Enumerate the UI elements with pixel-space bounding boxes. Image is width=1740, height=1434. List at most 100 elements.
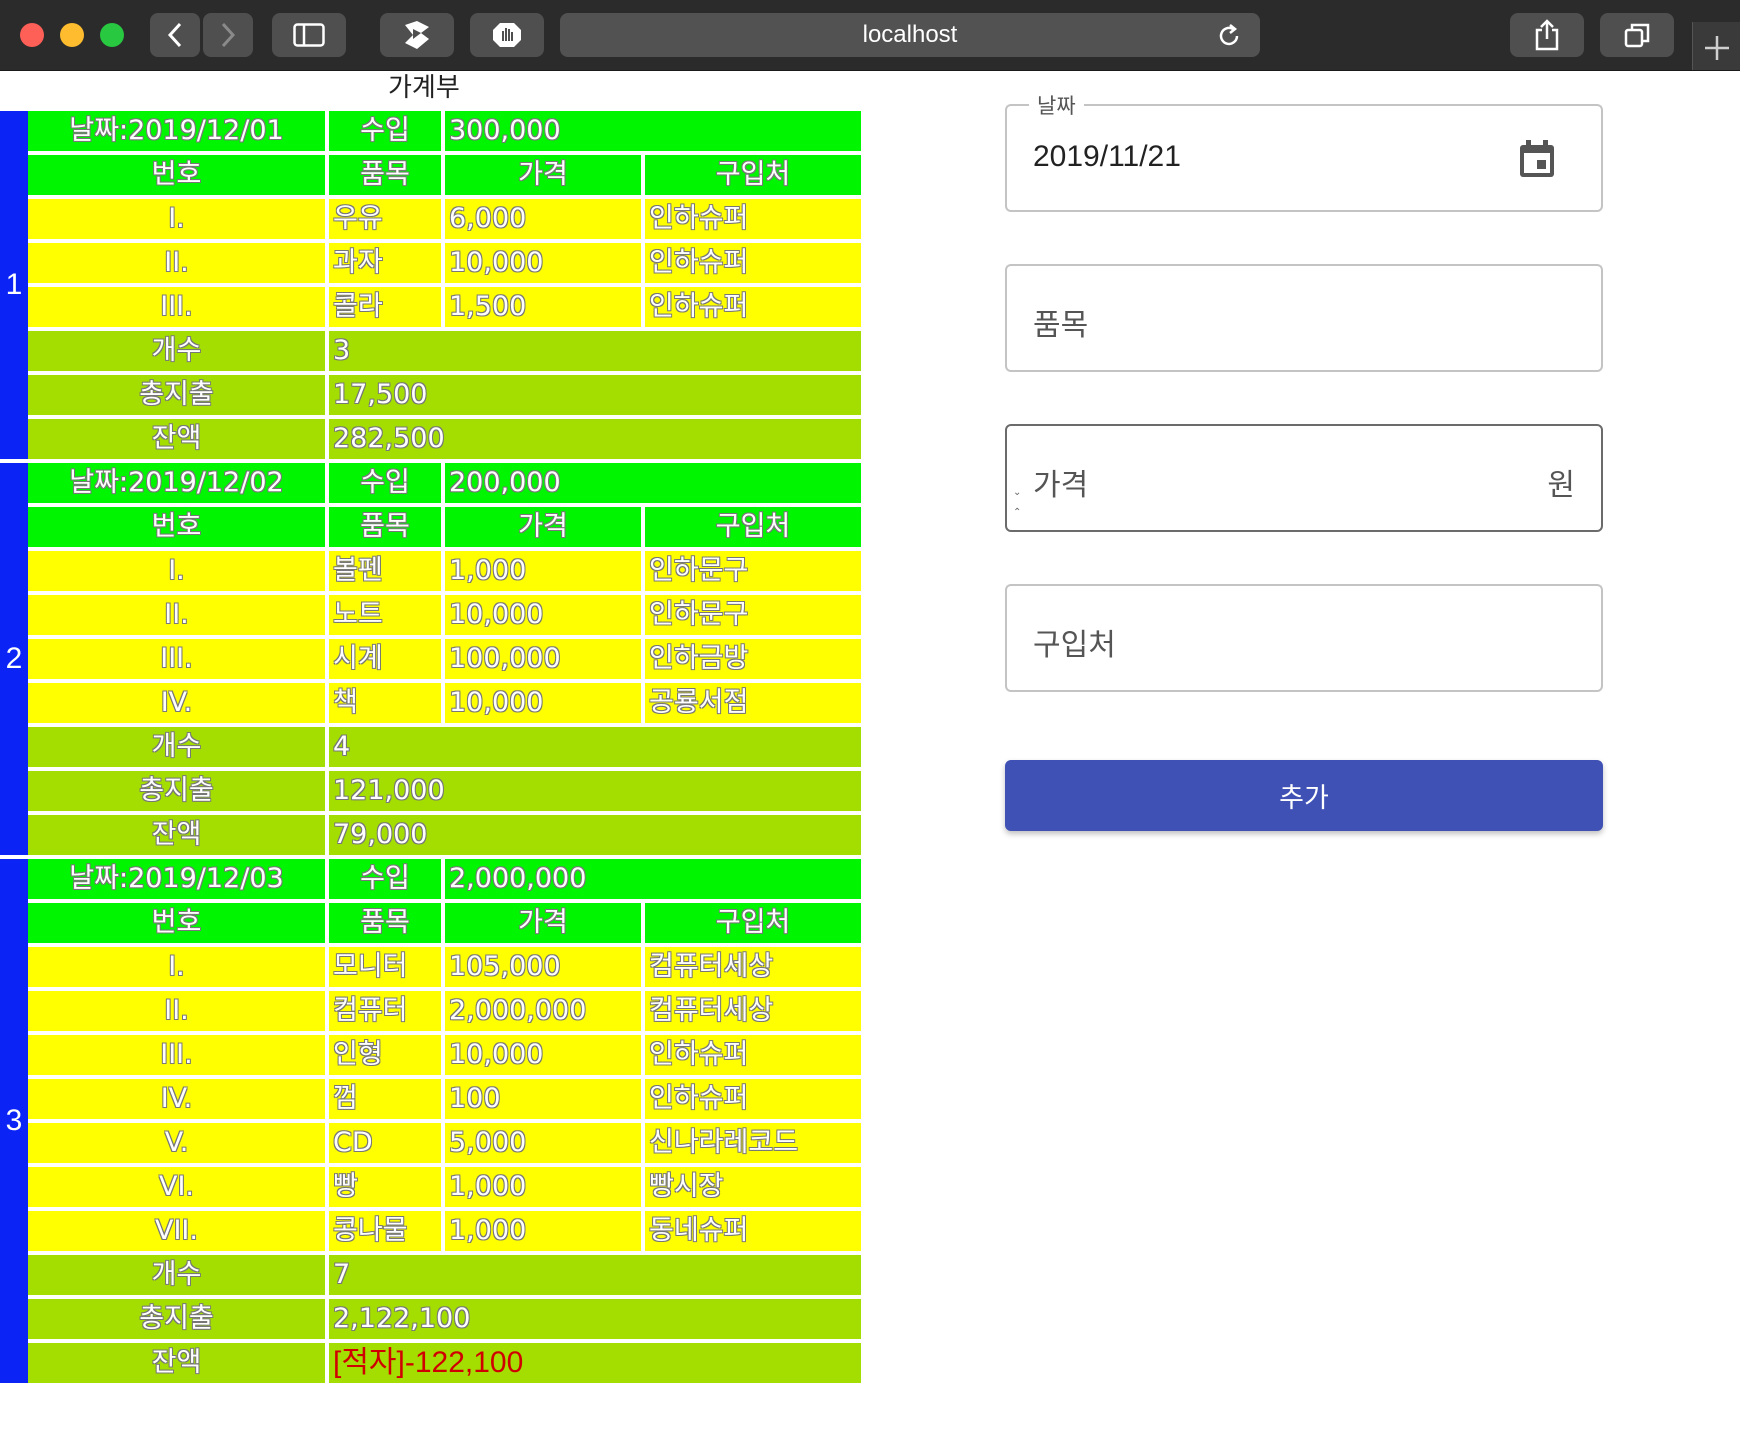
date-field[interactable]: 날짜 2019/11/21 [1005,90,1603,212]
item-number: III. [28,1035,325,1075]
day-group: 1 날짜:2019/12/01 수입 300,000 번호 품목 가격 구입처 I. 우유 6,00… [0,111,865,459]
item-price: 10,000 [445,243,641,283]
date-cell: 날짜:2019/12/02 [28,463,325,503]
item-name: 볼펜 [329,551,441,591]
item-row: III. 콜라 1,500 인하슈퍼 [28,287,865,327]
chevron-right-icon [221,22,236,48]
balance-row: 잔액 79,000 [28,815,865,855]
item-price: 100,000 [445,639,641,679]
item-price: 10,000 [445,595,641,635]
day-group: 3 날짜:2019/12/03 수입 2,000,000 번호 품목 가격 구입처 I. 모니터 1… [0,859,865,1383]
item-store: 인하슈퍼 [645,1035,861,1075]
url-text: localhost [862,21,958,48]
store-field[interactable]: 구입처 [1005,584,1603,692]
hand-shield-icon [493,23,521,47]
calendar-icon[interactable] [1517,138,1557,180]
share-icon [1535,19,1559,51]
item-price: 1,000 [445,1167,641,1207]
header-no: 번호 [28,903,325,943]
item-name: 과자 [329,243,441,283]
back-button[interactable] [150,13,200,57]
close-window-button[interactable] [20,23,44,47]
column-header-row: 번호 품목 가격 구입처 [28,155,865,195]
header-price: 가격 [445,155,641,195]
item-row: IV. 책 10,000 공룡서점 [28,683,865,723]
total-value: 2,122,100 [329,1299,861,1339]
add-button[interactable]: 추가 [1005,760,1603,831]
number-spinner[interactable]: ⌄ ⌃ [1013,488,1021,518]
item-number: II. [28,595,325,635]
count-value: 3 [329,331,861,371]
sidebar-toggle-button[interactable] [272,13,346,57]
item-price: 6,000 [445,199,641,239]
item-row: VII. 콩나물 1,000 동네슈퍼 [28,1211,865,1251]
group-index: 3 [0,859,28,1383]
item-number: III. [28,287,325,327]
item-number: I. [28,551,325,591]
count-row: 개수 3 [28,331,865,371]
item-row: III. 인형 10,000 인하슈퍼 [28,1035,865,1075]
date-income-row: 날짜:2019/12/01 수입 300,000 [28,111,865,151]
address-bar[interactable]: localhost [560,13,1260,57]
item-row: III. 시계 100,000 인하금방 [28,639,865,679]
item-store: 인하슈퍼 [645,1079,861,1119]
header-item: 품목 [329,507,441,547]
count-row: 개수 4 [28,727,865,767]
count-label: 개수 [28,331,325,371]
header-store: 구입처 [645,155,861,195]
date-cell: 날짜:2019/12/03 [28,859,325,899]
item-price: 10,000 [445,683,641,723]
share-button[interactable] [1510,13,1584,57]
minimize-window-button[interactable] [60,23,84,47]
income-value: 300,000 [445,111,861,151]
count-value: 4 [329,727,861,767]
item-row: VI. 빵 1,000 빵시장 [28,1167,865,1207]
item-field[interactable]: 품목 [1005,264,1603,372]
item-price: 100 [445,1079,641,1119]
item-store: 동네슈퍼 [645,1211,861,1251]
item-store: 인하금방 [645,639,861,679]
item-store: 컴퓨터세상 [645,947,861,987]
price-field[interactable]: 가격 ⌄ ⌃ 원 [1005,424,1603,532]
balance-value: 282,500 [329,419,861,459]
ledger-table: 1 날짜:2019/12/01 수입 300,000 번호 품목 가격 구입처 I. 우유 6,00… [0,111,865,1383]
income-label: 수입 [329,111,441,151]
count-label: 개수 [28,1255,325,1295]
item-number: IV. [28,683,325,723]
item-price: 5,000 [445,1123,641,1163]
tabs-overview-button[interactable] [1600,13,1674,57]
item-row: I. 볼펜 1,000 인하문구 [28,551,865,591]
item-name: 우유 [329,199,441,239]
item-name: CD [329,1123,441,1163]
date-label: 날짜 [1029,90,1084,120]
balance-value: 79,000 [329,815,861,855]
total-value: 17,500 [329,375,861,415]
count-row: 개수 7 [28,1255,865,1295]
count-label: 개수 [28,727,325,767]
item-name: 시계 [329,639,441,679]
group-index: 1 [0,111,28,459]
new-tab-button[interactable] [1692,22,1740,70]
zoom-window-button[interactable] [100,23,124,47]
item-store: 인하슈퍼 [645,287,861,327]
item-price: 1,000 [445,551,641,591]
total-label: 총지출 [28,1299,325,1339]
forward-button[interactable] [203,13,253,57]
content-blocker-button[interactable] [470,13,544,57]
balance-row: 잔액 [적자]-122,100 [28,1343,865,1383]
item-name: 껌 [329,1079,441,1119]
item-number: VI. [28,1167,325,1207]
balance-label: 잔액 [28,419,325,459]
balance-row: 잔액 282,500 [28,419,865,459]
item-row: IV. 껌 100 인하슈퍼 [28,1079,865,1119]
date-cell: 날짜:2019/12/01 [28,111,325,151]
date-value[interactable]: 2019/11/21 [1033,140,1181,174]
item-number: V. [28,1123,325,1163]
item-name: 콩나물 [329,1211,441,1251]
item-number: IV. [28,1079,325,1119]
extension-button[interactable] [380,13,454,57]
item-price: 2,000,000 [445,991,641,1031]
item-name: 빵 [329,1167,441,1207]
reload-icon[interactable] [1216,23,1242,49]
income-label: 수입 [329,859,441,899]
